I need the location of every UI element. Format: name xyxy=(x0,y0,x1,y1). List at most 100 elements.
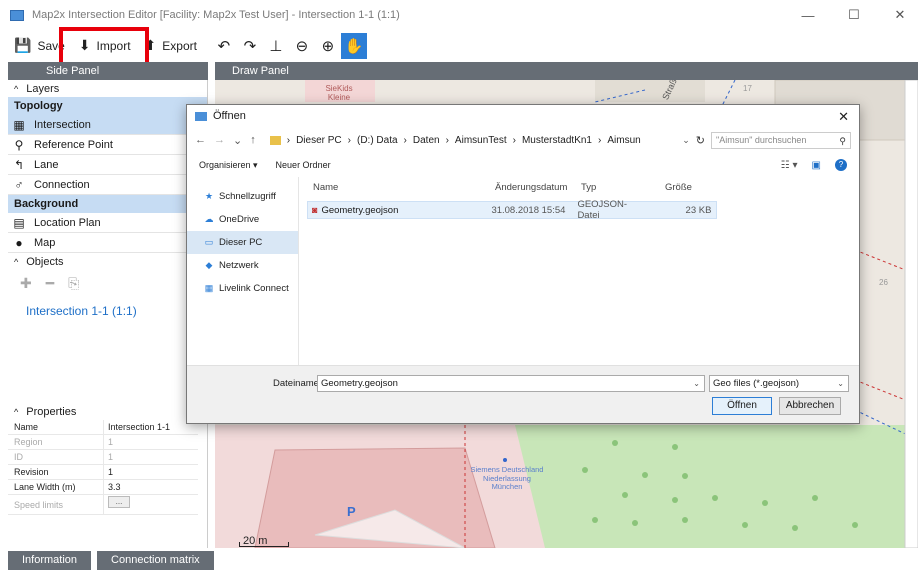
chevron-down-icon[interactable]: ⌄ xyxy=(682,135,690,146)
sidebar-item-intersection[interactable]: ▦ Intersection xyxy=(8,115,207,135)
filename-value: Geometry.geojson xyxy=(321,378,398,389)
measure-icon[interactable]: ⊥ xyxy=(263,33,289,59)
cancel-button[interactable]: Abbrechen xyxy=(779,397,841,415)
refresh-icon[interactable]: ↻ xyxy=(696,134,705,147)
property-row: Region 1 xyxy=(8,435,198,450)
column-type[interactable]: Typ xyxy=(581,182,596,193)
breadcrumb-item[interactable]: AimsunTest xyxy=(455,135,507,146)
property-value[interactable]: Intersection 1-1 xyxy=(104,420,170,434)
preview-pane-icon[interactable]: ▣ xyxy=(812,160,821,171)
objects-label: Objects xyxy=(26,255,64,268)
connection-icon: ♂ xyxy=(14,177,24,192)
window-controls: — ☐ ✕ xyxy=(785,0,923,30)
save-icon: 💾 xyxy=(14,37,32,53)
sidebar-item-label: Lane xyxy=(34,158,59,171)
speed-limits-button[interactable]: ... xyxy=(108,496,130,508)
property-key: ID xyxy=(8,450,104,464)
filename-input[interactable]: Geometry.geojson ⌄ xyxy=(317,375,705,392)
object-tools: ✚ ━ ⎘ xyxy=(8,270,207,296)
back-arrow-icon[interactable]: ← xyxy=(195,134,206,147)
properties-label: Properties xyxy=(26,406,77,418)
object-list-item[interactable]: Intersection 1-1 (1:1) xyxy=(8,304,207,318)
breadcrumb-item[interactable]: (D:) Data xyxy=(357,135,398,146)
minimize-button[interactable]: — xyxy=(785,0,831,30)
sidebar-item-location-plan[interactable]: ▤ Location Plan xyxy=(8,213,207,233)
chevron-up-icon: ^ xyxy=(14,256,19,267)
sidebar-item-reference-point[interactable]: ⚲ Reference Point xyxy=(8,135,207,155)
remove-icon[interactable]: ━ xyxy=(46,275,54,292)
sidebar-item-map[interactable]: ● Map xyxy=(8,233,207,253)
dialog-close-icon[interactable]: ✕ xyxy=(838,109,849,125)
dialog-footer: Dateiname: Geometry.geojson ⌄ Geo files … xyxy=(187,365,859,423)
nav-item-onedrive[interactable]: ☁ OneDrive xyxy=(187,208,298,231)
column-size[interactable]: Größe xyxy=(665,182,692,193)
help-icon[interactable]: ? xyxy=(835,159,847,171)
dialog-title: Öffnen xyxy=(213,110,246,122)
view-options: ☷ ▾ ▣ ? xyxy=(781,159,859,171)
cloud-icon: ☁ xyxy=(204,214,214,224)
file-type: GEOJSON-Datei xyxy=(577,199,628,221)
column-name[interactable]: Name xyxy=(313,182,338,193)
open-button[interactable]: Öffnen xyxy=(712,397,772,415)
property-value[interactable]: 1 xyxy=(104,465,113,479)
nav-item-this-pc[interactable]: ▭ Dieser PC xyxy=(187,231,298,254)
view-mode-icon[interactable]: ☷ ▾ xyxy=(781,160,798,171)
globe-icon: ● xyxy=(15,235,23,250)
folder-icon xyxy=(269,135,281,145)
search-icon: ⚲ xyxy=(839,135,846,146)
sidebar-item-connection[interactable]: ♂ Connection xyxy=(8,175,207,195)
pin-icon: ⚲ xyxy=(14,137,24,152)
chevron-down-icon: ⌄ xyxy=(837,379,844,388)
redo-icon[interactable]: ↷ xyxy=(237,33,263,59)
file-type-select[interactable]: Geo files (*.geojson) ⌄ xyxy=(709,375,849,392)
forward-arrow-icon[interactable]: → xyxy=(214,134,225,147)
navigation-pane: ★ Schnellzugriff ☁ OneDrive ▭ Dieser PC … xyxy=(187,177,299,365)
property-row: Revision 1 xyxy=(8,465,198,480)
properties-expander[interactable]: ^ Properties xyxy=(8,404,76,420)
nav-item-network[interactable]: ◆ Netzwerk xyxy=(187,254,298,277)
search-input[interactable]: "Aimsun" durchsuchen ⚲ xyxy=(711,131,851,149)
zoom-out-icon[interactable]: ⊖ xyxy=(289,33,315,59)
chevron-up-icon: ^ xyxy=(14,407,19,417)
breadcrumb-item[interactable]: Daten xyxy=(413,135,440,146)
breadcrumb-item[interactable]: Aimsun xyxy=(607,135,640,146)
chevron-up-icon: ^ xyxy=(14,83,19,94)
file-row[interactable]: ◙ Geometry.geojson 31.08.2018 15:54 GEOJ… xyxy=(307,199,717,221)
layers-expander[interactable]: ^ Layers xyxy=(8,80,207,97)
undo-icon[interactable]: ↶ xyxy=(211,33,237,59)
maximize-button[interactable]: ☐ xyxy=(831,0,877,30)
property-key: Region xyxy=(8,435,104,449)
tab-information[interactable]: Information xyxy=(8,551,92,570)
nav-item-livelink[interactable]: ▦ Livelink Connect xyxy=(187,277,298,300)
network-icon: ◆ xyxy=(205,260,213,270)
map-label-17: 17 xyxy=(743,84,752,93)
add-icon[interactable]: ✚ xyxy=(20,275,32,292)
new-folder-button[interactable]: Neuer Ordner xyxy=(276,160,331,170)
chevron-down-icon[interactable]: ⌄ xyxy=(693,376,700,391)
tab-connection-matrix[interactable]: Connection matrix xyxy=(97,551,214,570)
livelink-icon: ▦ xyxy=(204,283,214,293)
chevron-down-icon[interactable]: ⌄ xyxy=(233,134,242,147)
export-label: Export xyxy=(162,38,197,53)
nav-item-label: Dieser PC xyxy=(219,237,263,248)
sidebar-item-lane[interactable]: ↰ Lane xyxy=(8,155,207,175)
nav-arrows: ← → ⌄ ↑ xyxy=(195,134,256,147)
breadcrumb-item[interactable]: Dieser PC xyxy=(296,135,342,146)
breadcrumb-item[interactable]: MusterstadtKn1 xyxy=(522,135,592,146)
close-button[interactable]: ✕ xyxy=(877,0,923,30)
column-date[interactable]: Änderungsdatum xyxy=(495,182,567,193)
map-label-parking: P xyxy=(347,504,356,519)
property-value[interactable]: 3.3 xyxy=(104,480,121,494)
export-button[interactable]: ⬆ Export xyxy=(141,33,201,59)
property-row: Lane Width (m) 3.3 xyxy=(8,480,198,495)
import-highlight-box xyxy=(59,27,149,66)
address-bar: ← → ⌄ ↑ › Dieser PC › (D:) Data › Daten … xyxy=(187,127,859,153)
copy-icon[interactable]: ⎘ xyxy=(68,275,79,292)
organize-button[interactable]: Organisieren ▾ xyxy=(199,160,258,171)
objects-expander[interactable]: ^ Objects xyxy=(8,253,207,270)
up-arrow-icon[interactable]: ↑ xyxy=(250,134,256,147)
nav-item-quick-access[interactable]: ★ Schnellzugriff xyxy=(187,185,298,208)
map-label-siemens: Siemens Deutschland Niederlassung Münche… xyxy=(470,465,544,491)
pan-hand-icon[interactable]: ✋ xyxy=(340,32,367,59)
zoom-in-icon[interactable]: ⊕ xyxy=(315,33,341,59)
